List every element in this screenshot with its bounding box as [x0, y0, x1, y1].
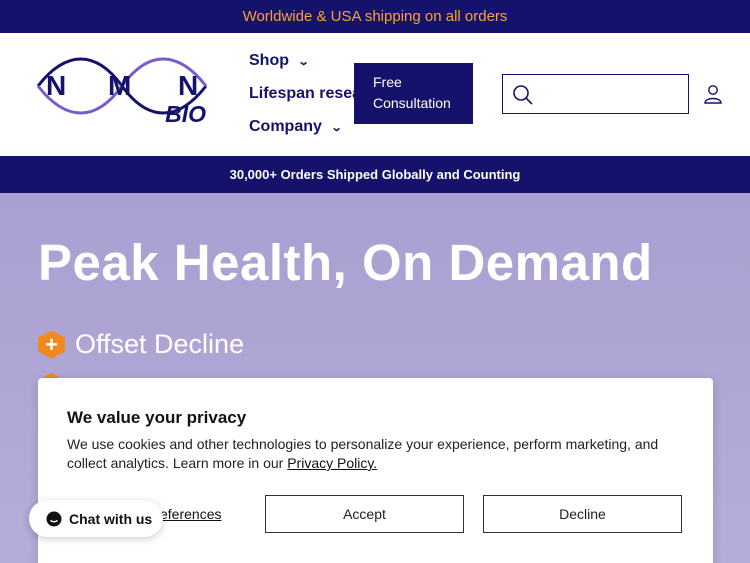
free-consultation-button[interactable]: Free Consultation — [354, 63, 473, 124]
nav-shop-label: Shop — [249, 52, 289, 69]
announcement-text: Worldwide & USA shipping on all orders — [242, 8, 508, 25]
nav-lifespan-label: Lifespan research — [249, 85, 359, 102]
announcement-bar: Worldwide & USA shipping on all orders — [0, 0, 750, 33]
account-icon[interactable] — [703, 84, 723, 104]
chat-label: Chat with us — [69, 510, 153, 527]
manage-preferences-link[interactable]: eferences — [160, 506, 221, 522]
consult-label: Free Consultation — [373, 74, 451, 111]
chat-widget-button[interactable]: Chat with us — [29, 500, 163, 537]
logo-letter-n2: N — [178, 70, 198, 101]
chevron-down-icon: ⌄ — [297, 55, 310, 68]
logo-letter-m: M — [108, 70, 131, 101]
nav-company[interactable]: Company ⌄ — [249, 118, 343, 136]
site-logo[interactable]: N M N BIO — [36, 56, 208, 132]
decline-button[interactable]: Decline — [483, 495, 682, 533]
logo-bio-text: BIO — [165, 101, 206, 127]
nav-lifespan-research[interactable]: Lifespan research — [249, 85, 359, 103]
nav-company-label: Company — [249, 118, 322, 135]
search-icon — [513, 85, 533, 105]
cookie-text: We use cookies and other technologies to… — [67, 435, 687, 473]
promo-text: 30,000+ Orders Shipped Globally and Coun… — [229, 167, 521, 182]
privacy-policy-link[interactable]: Privacy Policy. — [287, 455, 377, 471]
promo-banner: 30,000+ Orders Shipped Globally and Coun… — [0, 156, 750, 193]
cookie-title: We value your privacy — [67, 408, 247, 427]
hero-bullet: + Offset Decline — [38, 329, 244, 360]
plus-hexagon-icon: + — [38, 330, 65, 359]
chat-bubble-icon — [46, 511, 62, 526]
logo-letter-n1: N — [46, 70, 66, 101]
search-input[interactable] — [502, 74, 689, 114]
hero-bullet-label: Offset Decline — [75, 329, 245, 359]
chevron-down-icon: ⌄ — [330, 121, 343, 134]
hero-title: Peak Health, On Demand — [38, 234, 653, 291]
accept-button[interactable]: Accept — [265, 495, 464, 533]
site-header: N M N BIO Shop ⌄ Lifespan research Compa… — [0, 33, 750, 156]
nav-shop[interactable]: Shop ⌄ — [249, 52, 310, 70]
